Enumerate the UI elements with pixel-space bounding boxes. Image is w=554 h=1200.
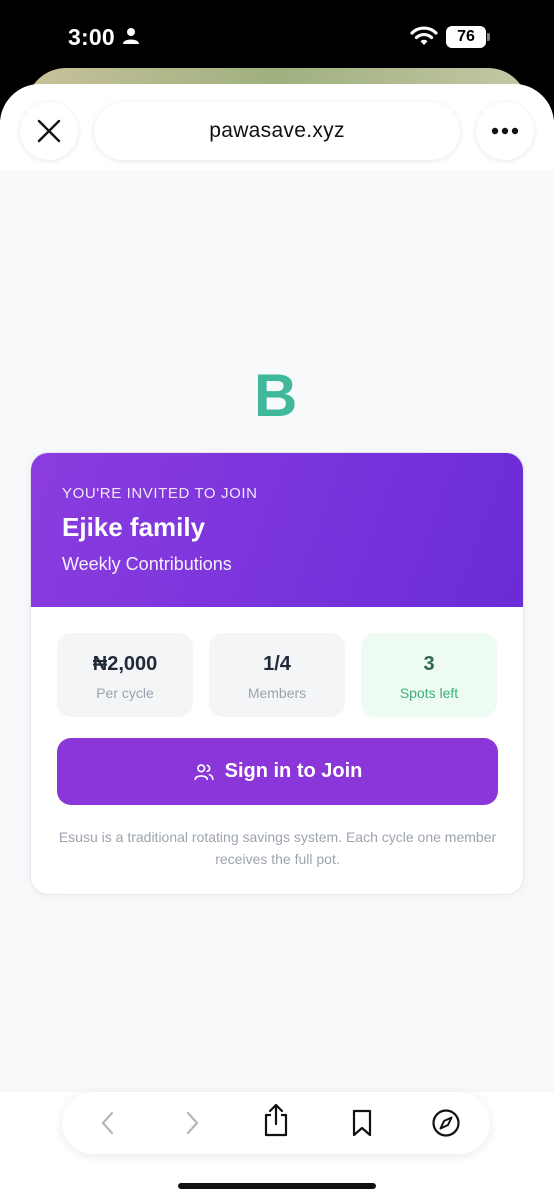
stat-value: ₦2,000 <box>92 653 158 675</box>
back-icon <box>101 1111 114 1135</box>
compass-icon <box>432 1109 460 1137</box>
stat-spots-left: 3 Spots left <box>361 633 497 717</box>
bookmarks-button[interactable] <box>346 1107 378 1139</box>
stat-label: Per cycle <box>96 685 154 701</box>
stat-value: 1/4 <box>263 653 291 675</box>
web-content: B YOU'RE INVITED TO JOIN Ejike family We… <box>0 170 554 1092</box>
share-icon <box>264 1103 288 1137</box>
share-button[interactable] <box>260 1103 292 1137</box>
close-button[interactable] <box>20 102 78 160</box>
invite-header: YOU'RE INVITED TO JOIN Ejike family Week… <box>31 453 523 607</box>
status-time: 3:00 <box>68 24 115 50</box>
person-icon <box>123 28 139 44</box>
stat-value: 3 <box>423 653 435 675</box>
group-type: Weekly Contributions <box>62 554 232 574</box>
browser-toolbar <box>62 1092 490 1154</box>
stat-label: Members <box>247 685 307 701</box>
invite-eyebrow: YOU'RE INVITED TO JOIN <box>62 485 258 502</box>
invite-card: YOU'RE INVITED TO JOIN Ejike family Week… <box>30 452 524 895</box>
esusu-footnote: Esusu is a traditional rotating savings … <box>58 829 497 867</box>
url-field[interactable]: pawasave.xyz <box>94 102 460 160</box>
users-icon <box>194 763 214 780</box>
browser-sheet: pawasave.xyz B YOU'RE INVITED TO JOIN Ej… <box>0 84 554 1200</box>
sign-in-to-join-button[interactable]: Sign in to Join <box>57 738 498 805</box>
forward-button[interactable] <box>176 1107 208 1139</box>
back-button[interactable] <box>92 1107 124 1139</box>
status-bar: 3:00 76 <box>0 0 554 70</box>
home-indicator[interactable] <box>178 1183 376 1189</box>
more-button[interactable] <box>476 102 534 160</box>
bookmarks-icon <box>352 1109 372 1137</box>
brand-logo: B <box>254 362 298 429</box>
stat-label: Spots left <box>399 685 459 701</box>
forward-icon <box>186 1111 199 1135</box>
battery-indicator: 76 <box>446 26 490 48</box>
wifi-icon <box>410 26 438 45</box>
safari-button[interactable] <box>430 1107 462 1139</box>
screen: 3:00 76 pawasave.xyz B YOU'RE INVITED TO… <box>0 0 554 1200</box>
stat-per-cycle: ₦2,000 Per cycle <box>57 633 193 717</box>
stat-members: 1/4 Members <box>209 633 345 717</box>
join-button-label: Sign in to Join <box>224 760 363 782</box>
more-icon <box>491 127 519 135</box>
group-name: Ejike family <box>62 512 206 542</box>
browser-top-bar: pawasave.xyz <box>0 84 554 170</box>
close-icon <box>37 119 61 143</box>
